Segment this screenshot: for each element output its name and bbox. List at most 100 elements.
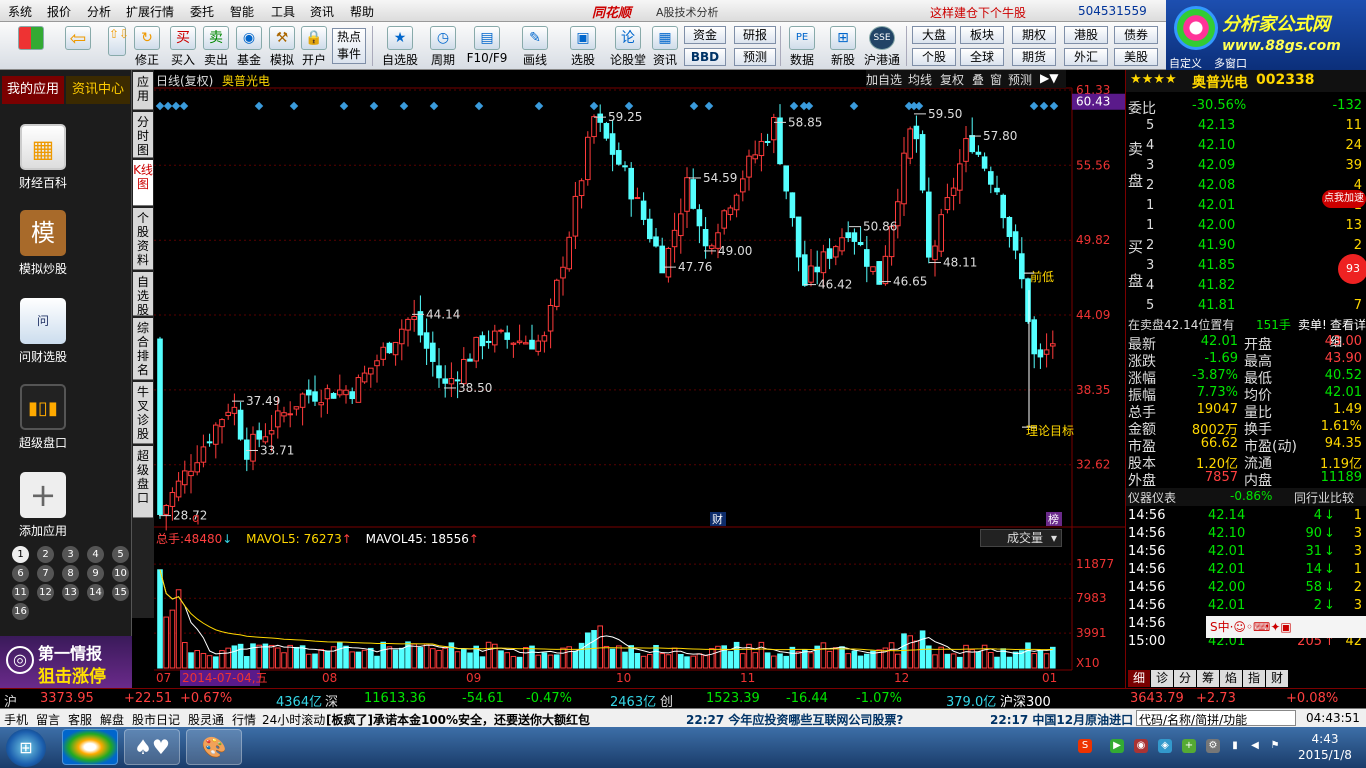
rolling-news-link[interactable]: 24小时滚动	[262, 711, 325, 728]
tray-media-icon[interactable]: ▶	[1110, 739, 1124, 753]
sell-button[interactable]: 卖卖出	[201, 24, 231, 68]
simulate-button[interactable]: ⚒ 模拟	[267, 24, 297, 68]
up-down-button[interactable]: ⇧⇩	[104, 24, 130, 68]
tray-volume-icon[interactable]: ◀	[1248, 739, 1262, 753]
support-link[interactable]: 客服	[68, 711, 92, 728]
app-page-dot[interactable]: 14	[87, 584, 104, 601]
app-page-dot[interactable]: 12	[37, 584, 54, 601]
tray-flag-icon[interactable]: ⚑	[1268, 739, 1282, 753]
taskbar-app-cards[interactable]: ♠♥	[124, 729, 180, 765]
menu-smart[interactable]: 智能	[230, 3, 254, 20]
stock-select-button[interactable]: ▣ 选股	[566, 24, 600, 68]
quote-tab-1[interactable]: 诊	[1151, 670, 1173, 687]
forecast-button[interactable]: 预测	[734, 48, 776, 66]
buy-button[interactable]: 买买入	[168, 24, 198, 68]
gulingtong-link[interactable]: 股灵通	[188, 711, 224, 728]
data-button[interactable]: PE 数据	[784, 24, 820, 68]
speed-up-badge[interactable]: 点我加速	[1322, 190, 1366, 208]
app-page-dot[interactable]: 3	[62, 546, 79, 563]
market-button[interactable]: 大盘	[912, 26, 956, 44]
start-button[interactable]: ⊞	[6, 729, 46, 767]
order-info-line[interactable]: 在卖盘42.14位置有 151手 卖单! 查看详细	[1126, 316, 1366, 349]
draw-line-button[interactable]: ✎ 画线	[518, 24, 552, 68]
vtab-5[interactable]: 综合排名	[133, 318, 153, 380]
news-headline-3[interactable]: 22:17 中国12月原油进口	[990, 711, 1133, 728]
ad-banner[interactable]: ◎ 第一情报 狙击涨停	[0, 636, 132, 688]
quote-tab-3[interactable]: 筹	[1197, 670, 1219, 687]
news-headline-2[interactable]: 22:27 今年应投资哪些互联网公司股票?	[686, 711, 903, 728]
period-button[interactable]: ◷ 周期	[426, 24, 460, 68]
ad-link[interactable]: 这样建仓下个牛股	[930, 4, 1026, 21]
tray-plus-icon[interactable]: +	[1182, 739, 1196, 753]
vtab-2[interactable]: K线图	[133, 160, 153, 206]
hs300-index[interactable]: 3643.79	[1130, 691, 1184, 706]
menu-help[interactable]: 帮助	[350, 3, 374, 20]
app-page-dot[interactable]: 2	[37, 546, 54, 563]
app-simulated-trading[interactable]: 模模拟炒股	[8, 210, 78, 277]
us-stocks-button[interactable]: 美股	[1114, 48, 1158, 66]
app-page-dot[interactable]: 9	[87, 565, 104, 582]
app-page-dot[interactable]: 5	[112, 546, 129, 563]
industry-compare-link[interactable]: 同行业比较	[1294, 489, 1354, 506]
tray-signal-icon[interactable]: ▮	[1228, 739, 1242, 753]
code-search-input[interactable]: 代码/名称/简拼/功能	[1136, 710, 1296, 727]
vtab-7[interactable]: 超级盘口	[133, 446, 153, 518]
app-page-dot[interactable]: 10	[112, 565, 129, 582]
stock-button[interactable]: 个股	[912, 48, 956, 66]
market-link[interactable]: 行情	[232, 711, 256, 728]
add-watchlist-button[interactable]: 加自选	[866, 71, 902, 88]
quote-tab-2[interactable]: 分	[1174, 670, 1196, 687]
mobile-link[interactable]: 手机	[4, 711, 28, 728]
menu-analysis[interactable]: 分析	[87, 3, 111, 20]
quote-tab-0[interactable]: 细	[1128, 670, 1150, 687]
sector-button[interactable]: 板块	[960, 26, 1004, 44]
menu-quote[interactable]: 报价	[47, 3, 71, 20]
taskbar-app-paint[interactable]: 🎨	[186, 729, 242, 765]
news-button[interactable]: ▦ 资讯	[650, 24, 680, 68]
sz-index[interactable]: 11613.36	[364, 691, 426, 706]
global-button[interactable]: 全球	[960, 48, 1004, 66]
forum-button[interactable]: 论论股堂	[608, 24, 648, 68]
watchlist-button[interactable]: ★ 自选股	[380, 24, 420, 68]
research-button[interactable]: 研报	[734, 26, 776, 44]
app-page-dot[interactable]: 13	[62, 584, 79, 601]
vtab-1[interactable]: 分时图	[133, 112, 153, 158]
app-page-dot[interactable]: 11	[12, 584, 29, 601]
add-app-button[interactable]: + 添加应用	[8, 472, 78, 539]
customize-link[interactable]: 自定义	[1169, 55, 1202, 71]
menu-news[interactable]: 资讯	[310, 3, 334, 20]
bbd-button[interactable]: BBD	[684, 48, 726, 66]
options-button[interactable]: 期权	[1012, 26, 1056, 44]
taskbar-app-browser[interactable]	[62, 729, 118, 765]
overlay-button[interactable]: 叠	[972, 71, 984, 88]
ime-toolbar[interactable]: S中·☺◦⌨✦▣	[1206, 616, 1366, 638]
quote-tab-6[interactable]: 财	[1266, 670, 1288, 687]
quote-tab-4[interactable]: 焰	[1220, 670, 1242, 687]
app-super-tape[interactable]: ▮▯▮ 超级盘口	[8, 384, 78, 451]
menu-system[interactable]: 系统	[8, 3, 32, 20]
menu-trade[interactable]: 委托	[190, 3, 214, 20]
cy-index[interactable]: 1523.39	[706, 691, 760, 706]
meter-label[interactable]: 仪器仪表	[1128, 489, 1176, 506]
vtab-3[interactable]: 个股资料	[133, 208, 153, 270]
message-link[interactable]: 留言	[36, 711, 60, 728]
ipo-button[interactable]: ⊞ 新股	[826, 24, 860, 68]
app-finance-wiki[interactable]: ▦ 财经百科	[8, 124, 78, 191]
app-page-dot[interactable]: 7	[37, 565, 54, 582]
app-page-dot[interactable]: 15	[112, 584, 129, 601]
f10-button[interactable]: ▤ F10/F9	[466, 24, 508, 68]
vtab-4[interactable]: 自选股	[133, 272, 153, 317]
tab-my-apps[interactable]: 我的应用	[2, 76, 64, 104]
chart-mode[interactable]: 日线(复权)	[156, 72, 213, 89]
menu-extended[interactable]: 扩展行情	[126, 3, 174, 20]
analysis-link[interactable]: 解盘	[100, 711, 124, 728]
window-button[interactable]: 窗	[990, 71, 1002, 88]
capital-button[interactable]: 资金	[684, 26, 726, 44]
bonds-button[interactable]: 债券	[1114, 26, 1158, 44]
taskbar-clock[interactable]: 4:43 2015/1/8	[1290, 731, 1360, 763]
forex-button[interactable]: 外汇	[1064, 48, 1108, 66]
app-page-dot[interactable]: 6	[12, 565, 29, 582]
adjust-button[interactable]: 复权	[940, 71, 964, 88]
tray-app-icon[interactable]: ◉	[1134, 739, 1148, 753]
quote-tab-5[interactable]: 指	[1243, 670, 1265, 687]
